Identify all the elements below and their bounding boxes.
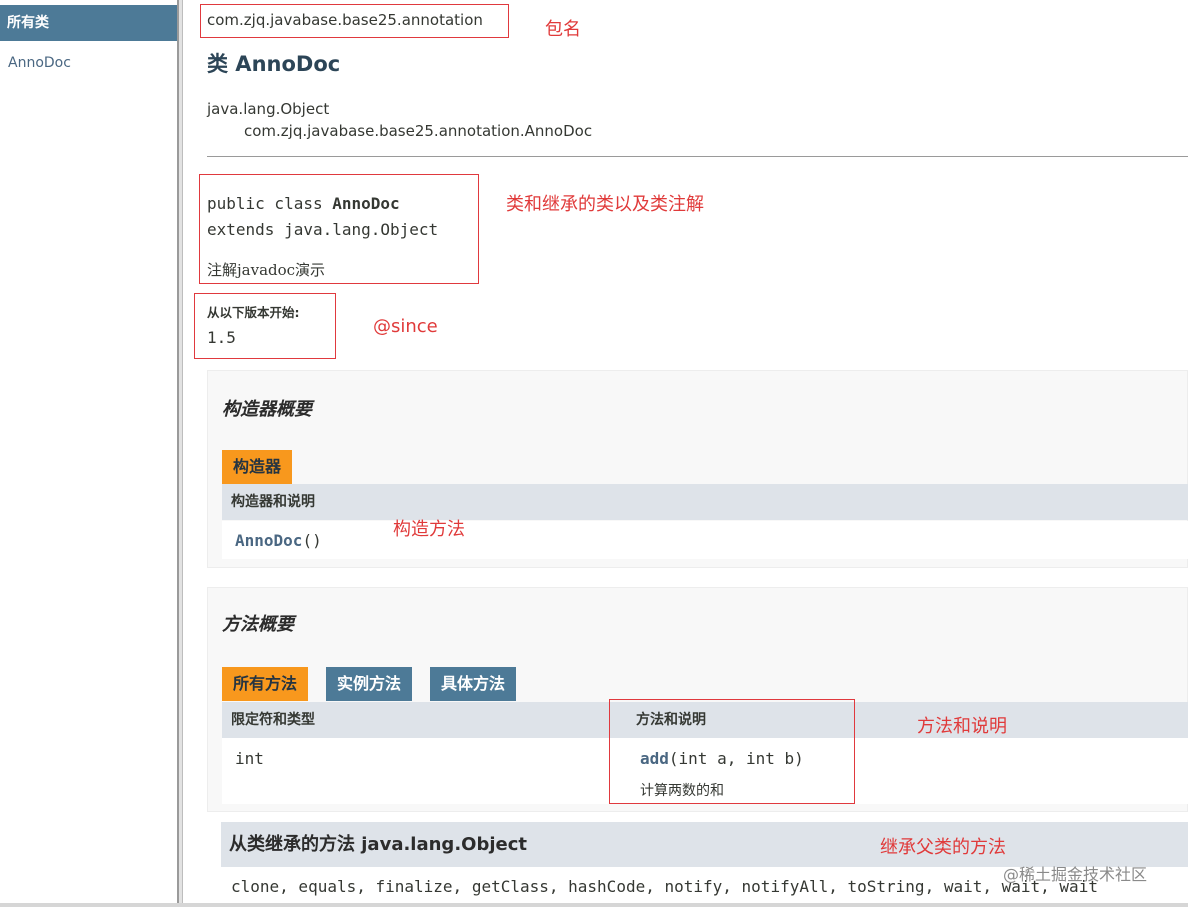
tab-instance-methods[interactable]: 实例方法 (326, 667, 413, 701)
constructor-summary: 构造器概要 构造器 构造器和说明 AnnoDoc() (207, 370, 1188, 568)
all-classes-header: 所有类 (0, 5, 177, 41)
constructor-table-header: 构造器和说明 (222, 484, 1188, 520)
column-modifier-type: 限定符和类型 (231, 712, 315, 728)
page-title: 类 AnnoDoc (207, 52, 341, 76)
class-link-annodoc[interactable]: AnnoDoc (8, 55, 71, 71)
class-doc-content: com.zjq.javabase.base25.annotation 包名 类 … (183, 0, 1188, 903)
watermark: @稀土掘金技术社区 (1003, 865, 1148, 884)
annotation-inherited: 继承父类的方法 (880, 837, 1006, 858)
annotation-package: 包名 (545, 19, 581, 40)
annotation-method: 方法和说明 (917, 716, 1007, 737)
package-highlight-box (200, 4, 509, 38)
inherited-methods-list[interactable]: clone, equals, finalize, getClass, hashC… (231, 877, 1098, 896)
tab-concrete-methods[interactable]: 具体方法 (430, 667, 517, 701)
inheritance-parent: java.lang.Object (207, 100, 330, 118)
inheritance-child: com.zjq.javabase.base25.annotation.AnnoD… (244, 122, 593, 140)
all-classes-frame: 所有类 AnnoDoc (0, 0, 177, 907)
constructor-link[interactable]: AnnoDoc (235, 531, 302, 550)
declaration-highlight-box (199, 174, 479, 284)
method-highlight-box (609, 699, 855, 804)
annotation-class: 类和继承的类以及类注解 (506, 194, 704, 215)
bottom-border (0, 903, 1188, 907)
tab-constructors[interactable]: 构造器 (222, 450, 293, 484)
constructor-params: () (302, 531, 322, 550)
divider (207, 156, 1188, 157)
method-return-type: int (235, 749, 264, 768)
annotation-constructor: 构造方法 (393, 519, 465, 540)
table-row: AnnoDoc() (222, 521, 1188, 559)
constructor-summary-title: 构造器概要 (222, 399, 312, 420)
method-summary-title: 方法概要 (222, 614, 294, 635)
annotation-since: @since (373, 316, 438, 337)
tab-all-methods[interactable]: 所有方法 (222, 667, 309, 701)
since-highlight-box (194, 293, 336, 359)
